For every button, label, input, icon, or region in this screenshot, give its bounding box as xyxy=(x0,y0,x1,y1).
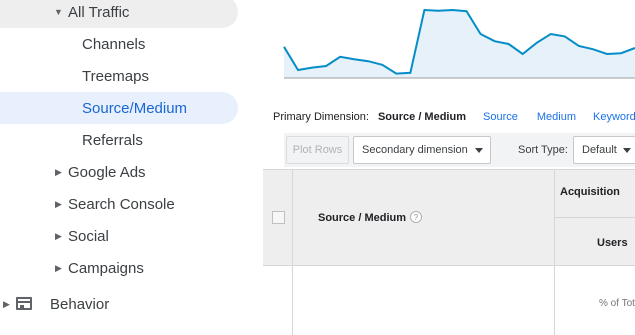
sidebar-item-label: Google Ads xyxy=(68,163,146,181)
plot-rows-label: Plot Rows xyxy=(292,144,343,156)
table-col-divider xyxy=(292,169,293,335)
primary-dimension-current: Source / Medium xyxy=(377,111,466,123)
sidebar-item-label: Social xyxy=(68,227,109,245)
sidebar-nav: ▼ All Traffic Channels Treemaps Source/M… xyxy=(0,0,263,335)
sidebar-item-label: Referrals xyxy=(82,131,143,149)
table-header-left xyxy=(263,169,555,265)
source-medium-column-header[interactable]: Source / Medium xyxy=(318,212,406,224)
table-top-border xyxy=(263,169,635,170)
sidebar-item-campaigns[interactable]: ▶ Campaigns xyxy=(0,252,238,284)
sidebar-item-label: Behavior xyxy=(50,295,110,313)
acquisition-group-header: Acquisition xyxy=(560,186,620,198)
caret-down-icon: ▼ xyxy=(54,7,63,17)
sidebar-item-label: Source/Medium xyxy=(82,99,188,117)
table-toolbar: Plot Rows Secondary dimension Sort Type:… xyxy=(284,133,635,167)
table-header-bottom-border xyxy=(263,265,635,266)
dimension-link-keyword[interactable]: Keyword xyxy=(593,111,635,123)
sidebar-item-social[interactable]: ▶ Social xyxy=(0,220,238,252)
sidebar-item-channels[interactable]: Channels xyxy=(0,28,238,60)
sort-type-label: Sort Type: xyxy=(518,144,568,156)
table-row-divider xyxy=(555,217,635,218)
dimension-link-source[interactable]: Source xyxy=(483,111,518,123)
dropdown-arrow-icon xyxy=(475,148,483,153)
sessions-chart xyxy=(283,8,635,79)
sidebar-item-label: All Traffic xyxy=(68,3,130,21)
table-col-divider xyxy=(554,169,555,335)
behavior-window-icon xyxy=(16,297,32,310)
secondary-dimension-dropdown[interactable]: Secondary dimension xyxy=(353,136,491,164)
caret-right-icon: ▶ xyxy=(55,230,62,241)
caret-right-icon: ▶ xyxy=(55,262,62,273)
sidebar-item-label: Channels xyxy=(82,35,146,53)
plot-rows-button[interactable]: Plot Rows xyxy=(286,136,349,164)
sidebar-item-all-traffic[interactable]: ▼ All Traffic xyxy=(0,0,238,28)
help-icon[interactable]: ? xyxy=(410,211,422,223)
sidebar-item-google-ads[interactable]: ▶ Google Ads xyxy=(0,156,238,188)
primary-dimension-label: Primary Dimension: xyxy=(273,111,369,123)
report-table: Source / Medium ? Acquisition Users % of… xyxy=(263,169,635,335)
sidebar-item-behavior[interactable]: ▶ Behavior xyxy=(0,288,238,320)
sidebar-item-source-medium[interactable]: Source/Medium xyxy=(0,92,238,124)
sidebar-item-label: Search Console xyxy=(68,195,175,213)
select-all-checkbox[interactable] xyxy=(272,211,285,224)
sort-type-value: Default xyxy=(582,144,617,156)
dimension-link-medium[interactable]: Medium xyxy=(537,111,576,123)
users-percent-of-total: % of Tot xyxy=(599,298,635,309)
main-content: Primary Dimension: Source / Medium Sourc… xyxy=(263,0,635,335)
primary-dimension-bar: Primary Dimension: Source / Medium Sourc… xyxy=(273,109,635,125)
sidebar-item-label: Treemaps xyxy=(82,67,149,85)
sidebar-item-search-console[interactable]: ▶ Search Console xyxy=(0,188,238,220)
secondary-dimension-label: Secondary dimension xyxy=(362,144,468,156)
sort-type-dropdown[interactable]: Default xyxy=(573,136,635,164)
dropdown-arrow-icon xyxy=(623,148,631,153)
caret-right-icon: ▶ xyxy=(3,298,10,309)
caret-right-icon: ▶ xyxy=(55,166,62,177)
sidebar-item-label: Campaigns xyxy=(68,259,144,277)
users-column-header[interactable]: Users xyxy=(597,237,628,249)
sidebar-item-treemaps[interactable]: Treemaps xyxy=(0,60,238,92)
sidebar-item-referrals[interactable]: Referrals xyxy=(0,124,238,156)
caret-right-icon: ▶ xyxy=(55,198,62,209)
chart-area-fill xyxy=(284,10,635,78)
